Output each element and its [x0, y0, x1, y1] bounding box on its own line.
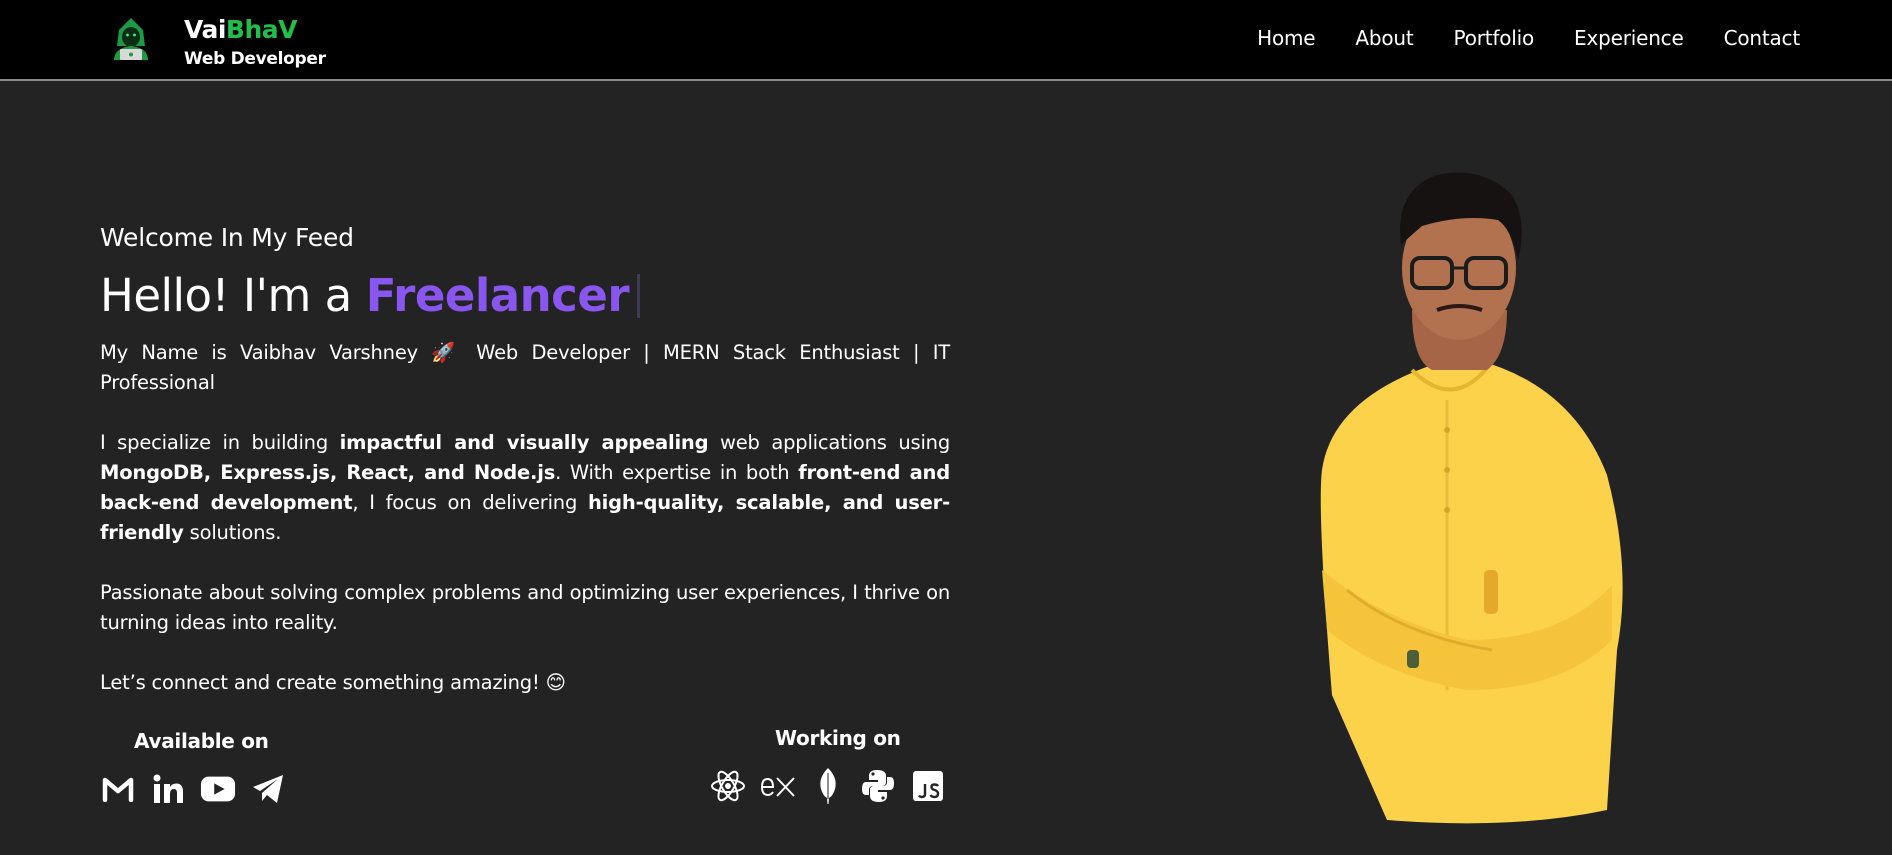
hacker-logo-icon: [114, 18, 148, 60]
profile-photo: [1320, 172, 1623, 824]
typing-cursor: [637, 274, 641, 318]
youtube-icon[interactable]: [200, 771, 236, 807]
headline: Hello! I'm a Freelancer: [100, 268, 950, 324]
tech-stack: [710, 768, 946, 804]
gmail-icon[interactable]: [100, 771, 136, 807]
mongodb-icon: [810, 768, 846, 804]
brand-name: VaiBhaV: [184, 15, 298, 44]
telegram-icon[interactable]: [250, 771, 286, 807]
working-on-title: Working on: [775, 726, 901, 750]
python-icon: [860, 768, 896, 804]
brand-role: Web Developer: [184, 49, 326, 69]
express-icon: [760, 768, 796, 804]
available-on-title: Available on: [134, 729, 269, 753]
javascript-icon: [910, 768, 946, 804]
smile-emoji: 😊: [545, 671, 566, 694]
bio-passion: Passionate about solving complex problem…: [100, 581, 950, 634]
greeting-text: Hello! I'm a: [100, 269, 352, 322]
nav-links: Home About Portfolio Experience Contact: [1257, 26, 1800, 50]
rocket-emoji: 🚀: [431, 341, 463, 364]
social-links: [100, 771, 286, 807]
react-icon: [710, 768, 746, 804]
linkedin-icon[interactable]: [150, 771, 186, 807]
hero-section: Welcome In My Feed Hello! I'm a Freelanc…: [100, 218, 950, 728]
nav-contact[interactable]: Contact: [1724, 26, 1801, 50]
navbar: VaiBhaV Web Developer Home About Portfol…: [0, 0, 1892, 81]
bio-intro: My Name is Vaibhav Varshney 🚀 Web Develo…: [100, 341, 950, 394]
brand[interactable]: VaiBhaV Web Developer: [108, 16, 326, 70]
welcome-text: Welcome In My Feed: [100, 223, 354, 252]
nav-home[interactable]: Home: [1257, 26, 1315, 50]
nav-portfolio[interactable]: Portfolio: [1454, 26, 1535, 50]
bio-skills: I specialize in building impactful and v…: [100, 431, 950, 544]
bio-connect: Let’s connect and create something amazi…: [100, 671, 566, 694]
nav-about[interactable]: About: [1355, 26, 1413, 50]
typed-role-text: Freelancer: [365, 269, 630, 322]
bio: My Name is Vaibhav Varshney 🚀 Web Develo…: [100, 338, 950, 698]
nav-experience[interactable]: Experience: [1574, 26, 1684, 50]
